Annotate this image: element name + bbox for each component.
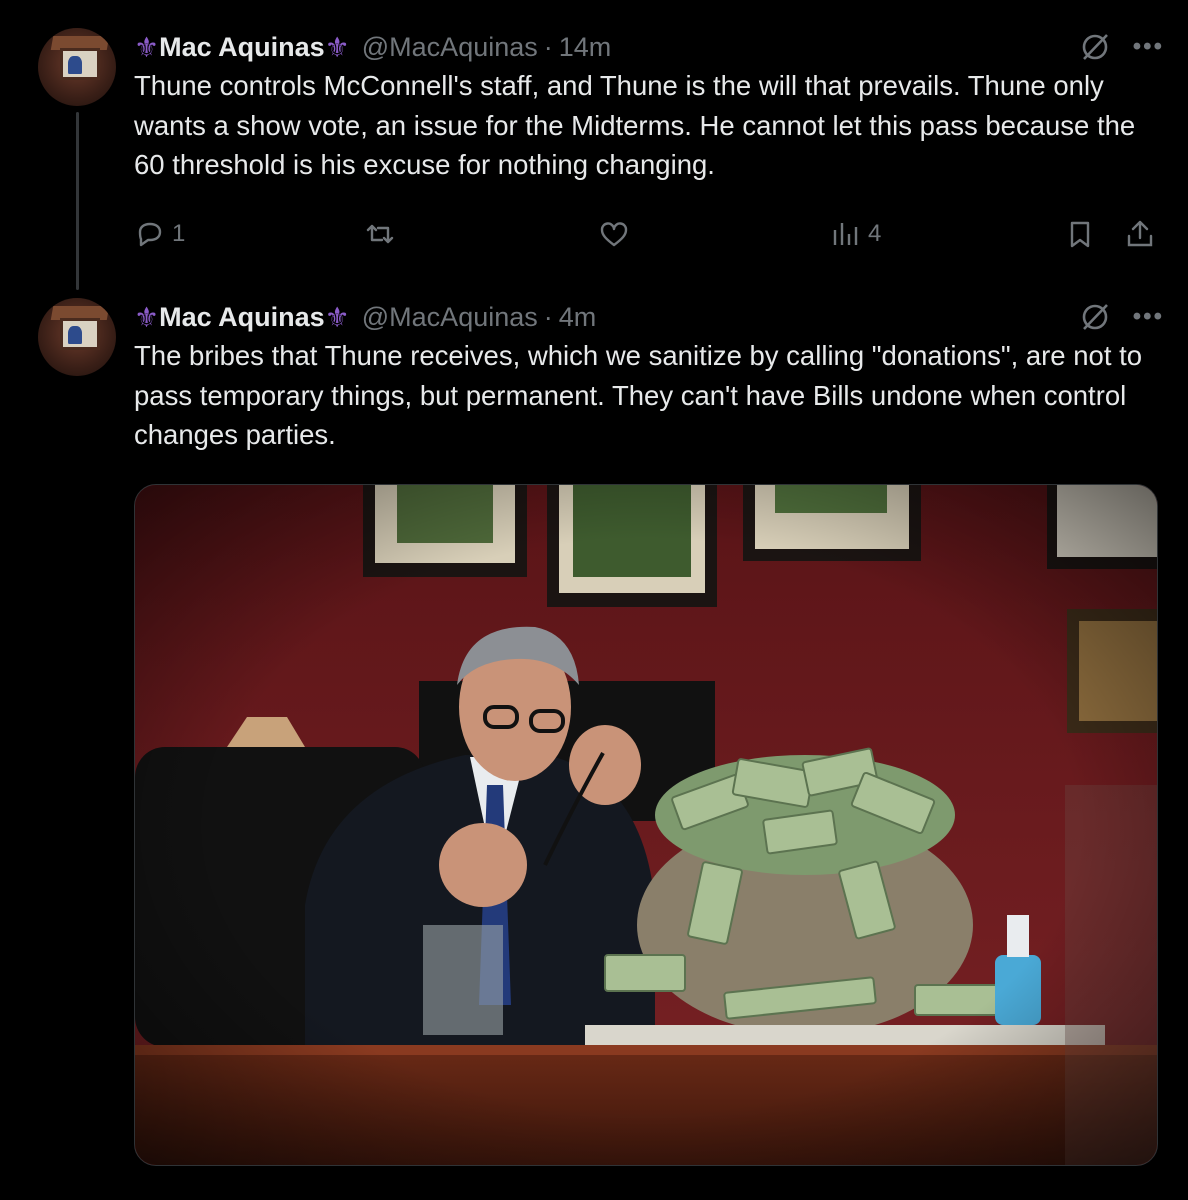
like-button[interactable] <box>598 214 630 254</box>
reply-count: 1 <box>172 220 186 247</box>
fleur-de-lis-icon: ⚜ <box>134 31 160 63</box>
tweet-2[interactable]: ⚜ Mac Aquinas ⚜ @MacAquinas · 4m ••• The… <box>134 298 1164 455</box>
user-handle[interactable]: @MacAquinas <box>362 32 538 63</box>
reply-icon <box>138 222 162 247</box>
fleur-de-lis-icon: ⚜ <box>324 301 350 333</box>
tweet-image[interactable] <box>134 484 1158 1166</box>
tweet-header: ⚜ Mac Aquinas ⚜ @MacAquinas · 14m ••• <box>134 28 1164 66</box>
views-icon <box>833 223 858 245</box>
fleur-de-lis-icon: ⚜ <box>324 31 350 63</box>
like-icon <box>600 222 628 247</box>
avatar[interactable] <box>38 28 116 106</box>
timestamp[interactable]: 4m <box>559 302 597 333</box>
bookmark-icon <box>1070 221 1090 248</box>
fleur-de-lis-icon: ⚜ <box>134 301 160 333</box>
display-name[interactable]: Mac Aquinas <box>159 302 325 333</box>
grok-icon[interactable] <box>1079 301 1111 333</box>
more-icon[interactable]: ••• <box>1133 303 1164 331</box>
share-icon <box>1127 220 1153 247</box>
retweet-icon <box>366 224 394 244</box>
timestamp[interactable]: 14m <box>559 32 612 63</box>
bookmark-button[interactable] <box>1064 214 1096 254</box>
reply-button[interactable]: 1 <box>134 214 185 254</box>
grok-icon[interactable] <box>1079 31 1111 63</box>
display-name[interactable]: Mac Aquinas <box>159 32 325 63</box>
timeline: ⚜ Mac Aquinas ⚜ @MacAquinas · 14m ••• Th… <box>0 0 1188 1200</box>
thread-connector-line <box>76 112 79 290</box>
share-button[interactable] <box>1124 214 1156 254</box>
views-button[interactable]: 4 <box>830 214 881 254</box>
tweet-actions: 1 4 <box>134 214 1164 254</box>
separator: · <box>543 31 553 62</box>
tweet-text: Thune controls McConnell's staff, and Th… <box>134 70 1136 180</box>
avatar[interactable] <box>38 298 116 376</box>
tweet-1[interactable]: ⚜ Mac Aquinas ⚜ @MacAquinas · 14m ••• Th… <box>134 28 1164 185</box>
tweet-header: ⚜ Mac Aquinas ⚜ @MacAquinas · 4m ••• <box>134 298 1164 336</box>
retweet-button[interactable] <box>364 214 396 254</box>
user-handle[interactable]: @MacAquinas <box>362 302 538 333</box>
views-count: 4 <box>868 220 882 247</box>
separator: · <box>543 301 553 332</box>
more-icon[interactable]: ••• <box>1133 33 1164 61</box>
tweet-text: The bribes that Thune receives, which we… <box>134 340 1143 450</box>
office-photo <box>135 485 1157 1165</box>
